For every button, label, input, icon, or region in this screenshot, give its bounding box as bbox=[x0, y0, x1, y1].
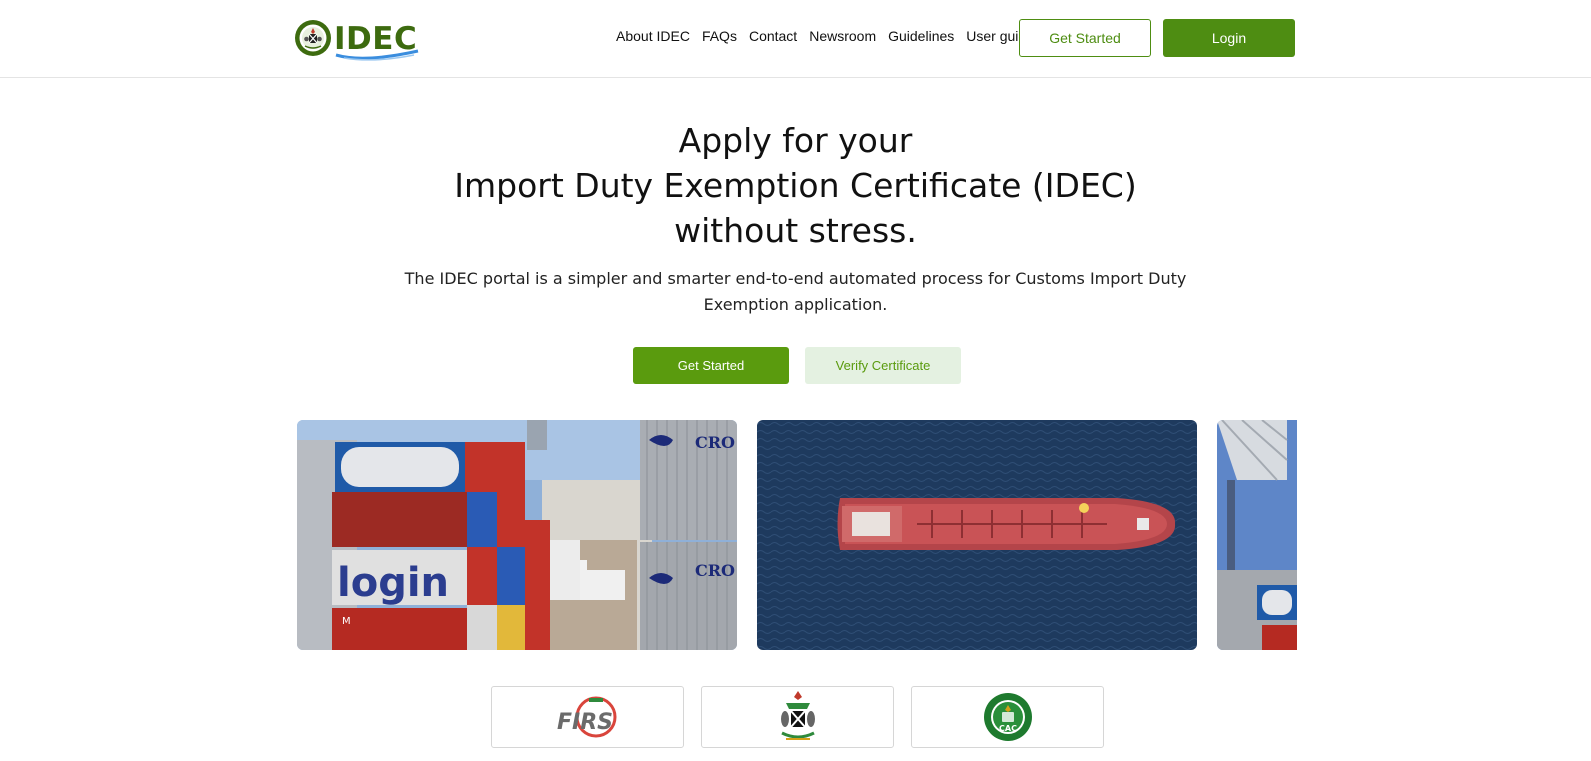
shipping-containers-photo: login M CRO CRO bbox=[297, 420, 737, 650]
partner-firs[interactable]: FIRS bbox=[491, 686, 684, 748]
verify-certificate-button[interactable]: Verify Certificate bbox=[805, 347, 961, 384]
partner-cac[interactable]: CAC bbox=[911, 686, 1104, 748]
idec-logo[interactable]: IDEC bbox=[294, 17, 419, 61]
container-crest-text-bottom: CRO bbox=[695, 561, 735, 580]
firs-logo-text: FIRS bbox=[557, 710, 613, 735]
cac-logo-text: CAC bbox=[999, 724, 1017, 733]
cac-logo: CAC bbox=[983, 693, 1032, 741]
hero-subtitle: The IDEC portal is a simpler and smarter… bbox=[404, 269, 1187, 314]
svg-text:M: M bbox=[342, 616, 351, 627]
nigeria-coat-of-arms-logo bbox=[780, 691, 815, 740]
nav-faqs[interactable]: FAQs bbox=[702, 28, 737, 44]
nav-contact[interactable]: Contact bbox=[749, 28, 797, 44]
container-crest-text-top: CRO bbox=[695, 433, 735, 452]
carousel-slide-containers[interactable]: login M CRO CRO bbox=[297, 420, 737, 650]
carousel-slide-crane[interactable] bbox=[1217, 420, 1297, 650]
header-get-started-button[interactable]: Get Started bbox=[1019, 19, 1151, 57]
nav-newsroom[interactable]: Newsroom bbox=[809, 28, 876, 44]
login-button[interactable]: Login bbox=[1163, 19, 1295, 57]
main-nav: About IDEC FAQs Contact Newsroom Guideli… bbox=[616, 28, 1034, 44]
cargo-ship-aerial-photo bbox=[757, 420, 1197, 650]
hero-title-line-1: Apply for your bbox=[678, 121, 913, 160]
site-header: IDEC About IDEC FAQs Contact Newsroom Gu… bbox=[0, 0, 1591, 78]
container-login-text: login bbox=[337, 560, 449, 606]
partner-logos: FIRS CAC bbox=[491, 686, 1104, 748]
hero-title: Apply for your Import Duty Exemption Cer… bbox=[0, 118, 1591, 253]
logo-wave-icon bbox=[335, 49, 419, 61]
firs-logo: FIRS bbox=[557, 696, 616, 738]
port-crane-photo bbox=[1217, 420, 1297, 650]
nav-guidelines[interactable]: Guidelines bbox=[888, 28, 954, 44]
partner-coat-of-arms[interactable] bbox=[701, 686, 894, 748]
carousel-slide-ship[interactable] bbox=[757, 420, 1197, 650]
hero-title-line-2: Import Duty Exemption Certificate (IDEC) bbox=[454, 166, 1137, 205]
hero-get-started-button[interactable]: Get Started bbox=[633, 347, 789, 384]
image-carousel[interactable]: login M CRO CRO bbox=[297, 420, 1297, 650]
nav-about-idec[interactable]: About IDEC bbox=[616, 28, 690, 44]
hero-title-line-3: without stress. bbox=[674, 211, 917, 250]
coat-of-arms-seal-icon bbox=[295, 20, 331, 56]
